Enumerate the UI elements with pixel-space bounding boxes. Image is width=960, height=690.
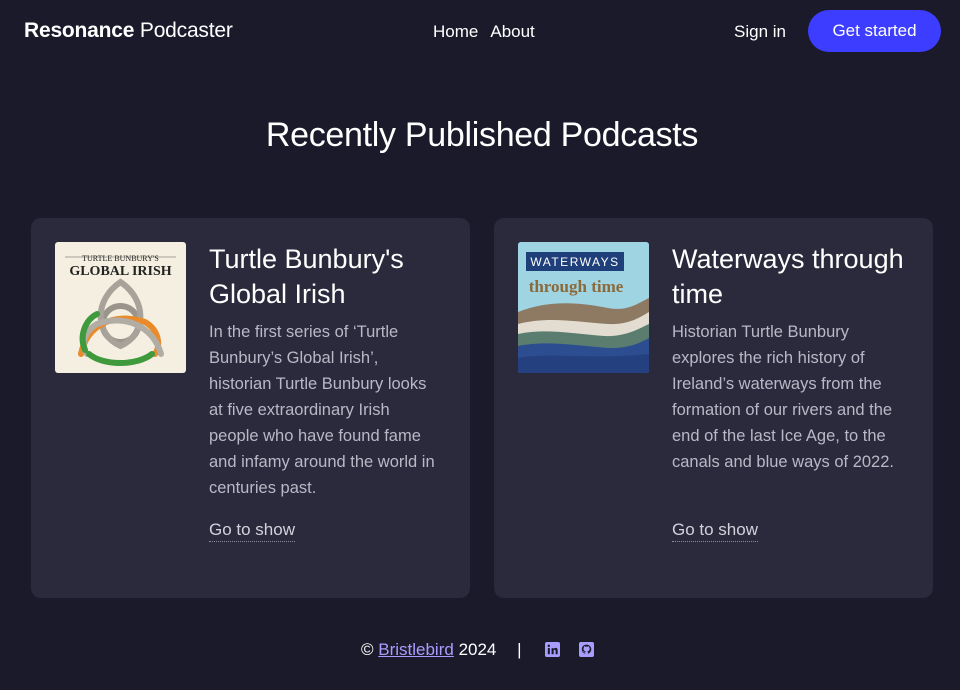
footer-separator: |: [517, 640, 522, 659]
podcast-cover-image[interactable]: TURTLE BUNBURY'S GLOBAL IRISH: [55, 242, 186, 373]
cover-text-line2: through time: [529, 277, 624, 296]
podcast-description: Historian Turtle Bunbury explores the ri…: [672, 323, 894, 471]
go-to-show-link[interactable]: Go to show: [209, 519, 295, 542]
main-nav: Home About: [433, 21, 547, 42]
podcast-card: WATERWAYS through time Waterways through…: [494, 218, 933, 598]
podcast-description: In the first series of ‘Turtle Bunbury’s…: [209, 323, 435, 497]
nav-link-home[interactable]: Home: [433, 22, 478, 41]
get-started-button[interactable]: Get started: [808, 10, 941, 52]
go-to-show-link[interactable]: Go to show: [672, 519, 758, 542]
footer: © Bristlebird 2024 |: [0, 638, 960, 662]
podcast-card: TURTLE BUNBURY'S GLOBAL IRISH Turtle Bun…: [31, 218, 470, 598]
company-link[interactable]: Bristlebird: [378, 640, 454, 659]
cover-text-line2: GLOBAL IRISH: [69, 264, 171, 279]
sign-in-link[interactable]: Sign in: [734, 21, 786, 42]
global-irish-cover-art: TURTLE BUNBURY'S GLOBAL IRISH: [55, 242, 186, 373]
github-icon[interactable]: [574, 640, 603, 659]
waterways-cover-art: WATERWAYS through time: [518, 242, 649, 373]
cover-text-line1: WATERWAYS: [530, 255, 619, 269]
nav-link-about[interactable]: About: [490, 22, 534, 41]
brand-logo[interactable]: Resonance Podcaster: [24, 18, 233, 44]
copyright-symbol: ©: [360, 640, 374, 659]
navbar: Resonance Podcaster Home About Sign in Ge…: [0, 0, 960, 62]
podcast-title[interactable]: Waterways through time: [672, 242, 912, 312]
page-title: Recently Published Podcasts: [265, 116, 699, 154]
podcast-cover-image[interactable]: WATERWAYS through time: [518, 242, 649, 373]
cover-text-line1: TURTLE BUNBURY'S: [82, 254, 159, 263]
brand-name-bold: Resonance: [24, 19, 135, 42]
podcast-title[interactable]: Turtle Bunbury's Global Irish: [209, 242, 449, 312]
linkedin-icon[interactable]: [540, 640, 574, 659]
copyright-year: 2024: [458, 640, 497, 659]
brand-name-light: Podcaster: [139, 19, 233, 42]
